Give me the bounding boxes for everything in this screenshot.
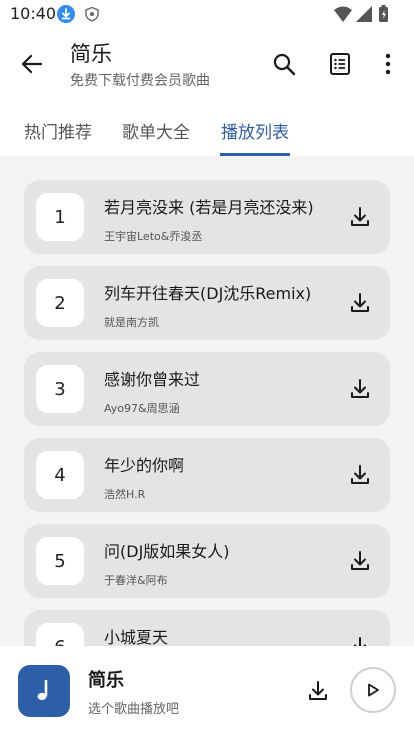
play-icon — [368, 683, 379, 697]
download-icon — [351, 293, 369, 312]
mini-player[interactable]: 简乐 选个歌曲播放吧 — [0, 646, 414, 736]
search-icon — [273, 53, 296, 76]
tab-play-queue[interactable]: 播放列表 — [221, 118, 289, 143]
track-number: 4 — [36, 451, 84, 499]
download-notification-icon — [57, 5, 75, 23]
download-button[interactable] — [348, 377, 372, 401]
tab-playlists[interactable]: 歌单大全 — [122, 118, 190, 143]
player-title: 简乐 — [88, 670, 124, 691]
download-button[interactable] — [348, 635, 372, 646]
song-artist: 浩然H.R — [104, 488, 146, 501]
list-item[interactable]: 1 若月亮没来 (若是月亮还没来) 王宇宙Leto&乔浚丞 — [24, 180, 390, 254]
song-title: 小城夏天 — [104, 628, 169, 646]
track-number: 3 — [36, 365, 84, 413]
more-vertical-icon — [385, 53, 391, 75]
song-artist: 于春洋&阿布 — [104, 574, 168, 587]
music-note-icon — [37, 679, 48, 701]
list-item[interactable]: 5 问(DJ版如果女人) 于春洋&阿布 — [24, 524, 390, 598]
player-subtitle: 选个歌曲播放吧 — [88, 702, 180, 717]
tab-hot[interactable]: 热门推荐 — [24, 118, 92, 143]
arrow-left-icon — [21, 54, 43, 74]
song-title: 年少的你啊 — [104, 456, 185, 475]
song-artist: Ayo97&周思涵 — [104, 402, 180, 415]
list-item[interactable]: 6 小城夏天 — [24, 610, 390, 646]
song-artist: 王宇宙Leto&乔浚丞 — [104, 230, 203, 243]
song-title: 感谢你曾来过 — [104, 370, 201, 389]
track-number: 1 — [36, 193, 84, 241]
download-button[interactable] — [348, 291, 372, 315]
list-item[interactable]: 2 列车开往春天(DJ沈乐Remix) 就是南方凯 — [24, 266, 390, 340]
page-title: 简乐 — [70, 42, 112, 66]
track-number: 6 — [36, 623, 84, 646]
list-item[interactable]: 3 感谢你曾来过 Ayo97&周思涵 — [24, 352, 390, 426]
search-button[interactable] — [270, 50, 298, 78]
tab-bar: 热门推荐 歌单大全 播放列表 — [0, 100, 414, 156]
download-icon — [351, 465, 369, 484]
download-button[interactable] — [348, 549, 372, 573]
shield-icon — [84, 6, 100, 26]
app-bar: 简乐 免费下载付费会员歌曲 — [0, 28, 414, 100]
song-title: 若月亮没来 (若是月亮还没来) — [104, 198, 314, 217]
download-button[interactable] — [348, 205, 372, 229]
back-button[interactable] — [18, 50, 46, 78]
status-icons — [332, 4, 392, 28]
track-number: 2 — [36, 279, 84, 327]
download-icon — [351, 551, 369, 570]
song-title: 问(DJ版如果女人) — [104, 542, 230, 561]
battery-icon — [379, 5, 388, 22]
track-number: 5 — [36, 537, 84, 585]
download-icon — [351, 207, 369, 226]
album-cover — [18, 665, 70, 717]
list-icon — [330, 53, 350, 75]
list-item[interactable]: 4 年少的你啊 浩然H.R — [24, 438, 390, 512]
signal-icon — [356, 6, 372, 22]
download-icon — [354, 637, 366, 646]
page-subtitle: 免费下载付费会员歌曲 — [70, 73, 210, 89]
player-download-button[interactable] — [306, 679, 330, 703]
song-list[interactable]: 1 若月亮没来 (若是月亮还没来) 王宇宙Leto&乔浚丞 2 列车开往春天(D… — [0, 156, 414, 646]
more-button[interactable] — [378, 50, 398, 78]
play-button[interactable] — [350, 667, 396, 713]
song-artist: 就是南方凯 — [104, 316, 159, 329]
download-button[interactable] — [348, 463, 372, 487]
status-time: 10:40 — [10, 4, 57, 23]
song-title: 列车开往春天(DJ沈乐Remix) — [104, 284, 312, 303]
status-bar: 10:40 — [0, 0, 414, 28]
download-icon — [309, 681, 327, 700]
download-icon — [351, 379, 369, 398]
wifi-icon — [334, 6, 352, 22]
playlist-button[interactable] — [326, 50, 354, 78]
